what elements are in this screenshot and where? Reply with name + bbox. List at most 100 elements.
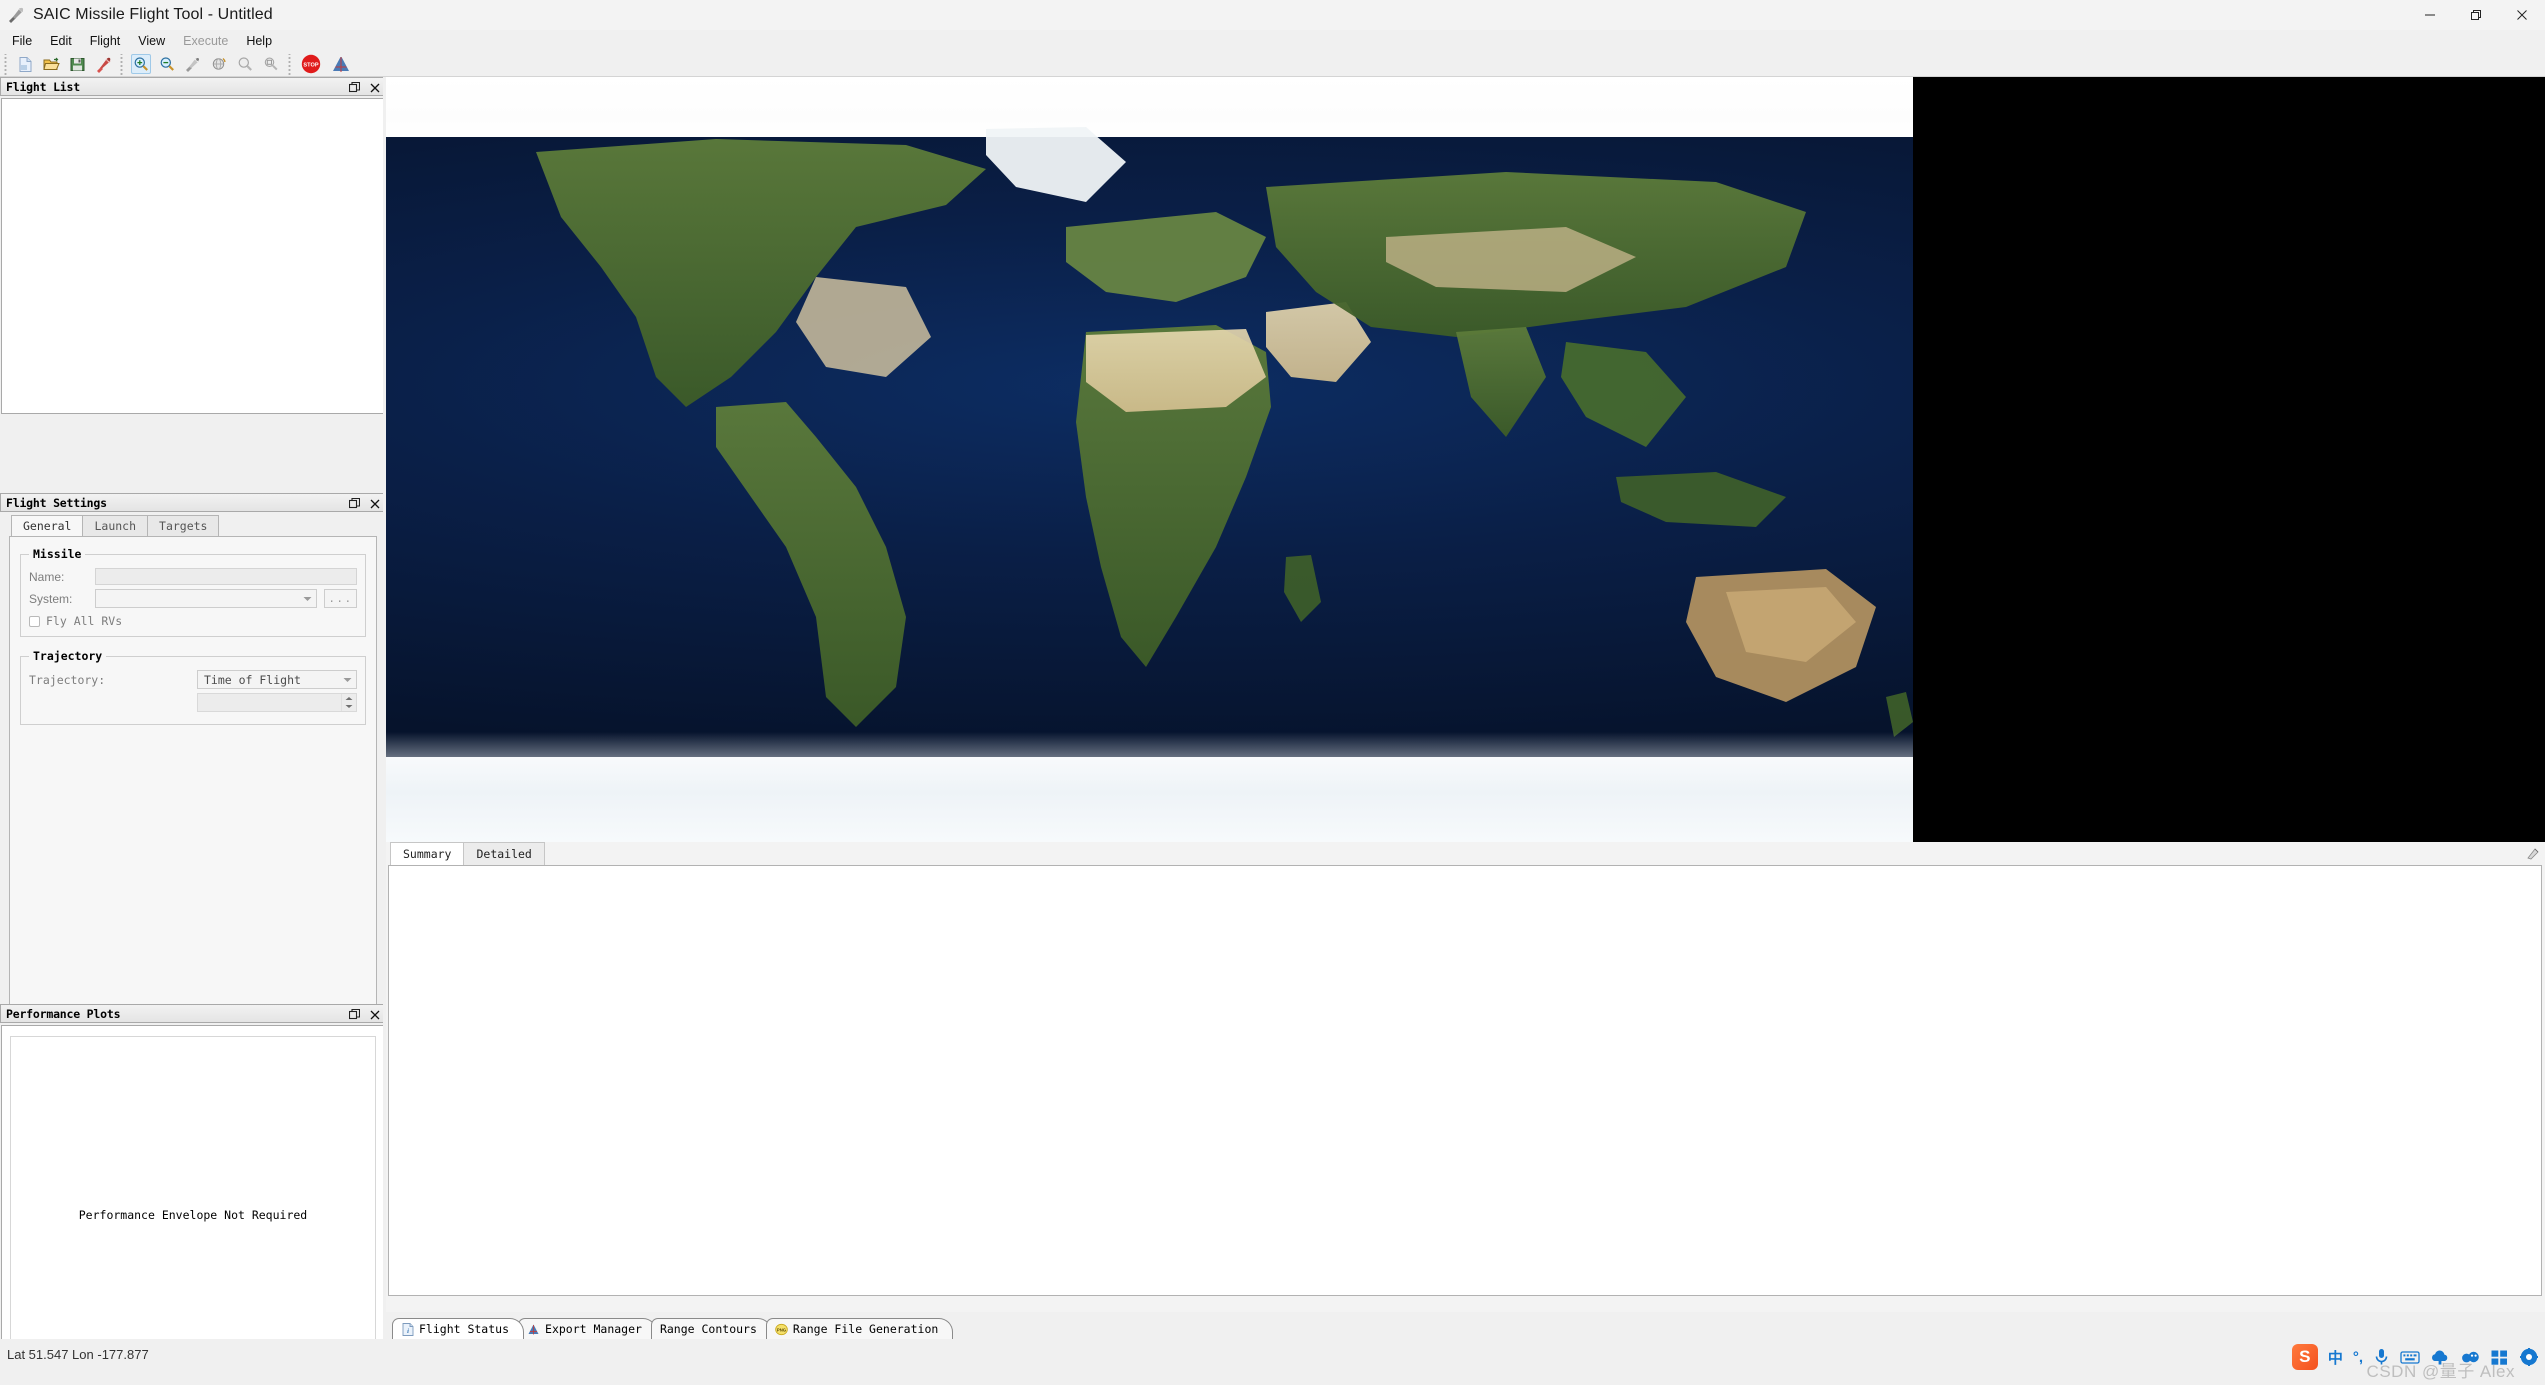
fly-all-rvs-row[interactable]: Fly All RVs <box>29 614 357 628</box>
tab-detailed[interactable]: Detailed <box>463 842 544 865</box>
toolbar-grip[interactable] <box>3 54 10 75</box>
launch-site-icon <box>527 1323 540 1336</box>
bottom-tab-range-file-generation[interactable]: PNG Range File Generation <box>766 1318 953 1339</box>
trajectory-row: Trajectory: Time of Flight <box>29 670 357 689</box>
launch-site-icon[interactable] <box>329 52 353 76</box>
bottom-tabbar: i Flight Status Export Manager Range Con… <box>386 1312 2545 1339</box>
missile-name-input[interactable] <box>95 568 357 585</box>
performance-plots-panel: Performance Plots <box>0 1004 386 1023</box>
ime-punctuation[interactable]: °, <box>2353 1344 2363 1370</box>
left-dock-column: Flight List <box>0 77 386 1385</box>
performance-plots-title: Performance Plots <box>6 1007 120 1021</box>
performance-plots-close-icon[interactable] <box>369 1009 381 1021</box>
flight-list-titlebar: Flight List <box>0 77 386 96</box>
save-disk-icon[interactable] <box>67 54 87 74</box>
ime-chinese-mode[interactable]: 中 <box>2328 1344 2343 1370</box>
ime-toolbox-icon[interactable] <box>2490 1344 2509 1370</box>
trajectory-group: Trajectory Trajectory: Time of Flight <box>20 649 366 725</box>
performance-plots-float-icon[interactable] <box>348 1009 360 1021</box>
menu-execute: Execute <box>174 31 237 51</box>
zoom-fit-icon[interactable] <box>261 54 281 74</box>
performance-plots-body: Performance Envelope Not Required <box>1 1025 385 1385</box>
missile-system-select[interactable] <box>95 589 317 608</box>
ime-settings-icon[interactable] <box>2519 1344 2539 1370</box>
tab-launch[interactable]: Launch <box>82 515 148 536</box>
ime-emoji-icon[interactable] <box>2460 1344 2480 1370</box>
rotate-globe-icon[interactable] <box>209 54 229 74</box>
missile-group-legend: Missile <box>29 547 85 561</box>
fly-all-rvs-checkbox[interactable] <box>29 616 40 627</box>
output-text-area[interactable] <box>388 865 2542 1296</box>
menu-edit[interactable]: Edit <box>41 31 81 51</box>
trajectory-group-legend: Trajectory <box>29 649 106 663</box>
toolbar-group-file <box>0 52 116 77</box>
zoom-in-icon[interactable] <box>131 54 151 74</box>
missile-system-row: System: ... <box>29 589 357 608</box>
flight-list-close-icon[interactable] <box>369 82 381 94</box>
menu-file[interactable]: File <box>3 31 41 51</box>
ime-cloud-icon[interactable] <box>2430 1344 2450 1370</box>
ime-voice-input-icon[interactable] <box>2373 1344 2390 1370</box>
svg-text:PNG: PNG <box>777 1327 787 1332</box>
missile-launch-icon[interactable] <box>93 54 113 74</box>
zoom-out-icon[interactable] <box>157 54 177 74</box>
menu-view[interactable]: View <box>129 31 174 51</box>
bottom-tab-label: Range File Generation <box>793 1322 938 1336</box>
trajectory-select[interactable]: Time of Flight <box>197 670 357 689</box>
tab-summary[interactable]: Summary <box>390 842 464 865</box>
tab-targets[interactable]: Targets <box>147 515 219 536</box>
resize-grip-icon[interactable] <box>2525 845 2542 862</box>
flight-list-float-icon[interactable] <box>348 82 360 94</box>
flight-settings-float-icon[interactable] <box>348 498 360 510</box>
bottom-tab-flight-status[interactable]: i Flight Status <box>392 1318 524 1339</box>
zoom-reset-icon[interactable] <box>235 54 255 74</box>
menu-flight[interactable]: Flight <box>81 31 130 51</box>
earth-render <box>386 77 1913 842</box>
toolbar-group-navigation <box>116 52 284 77</box>
globe-3d-view[interactable] <box>386 77 2545 842</box>
flight-settings-close-icon[interactable] <box>369 498 381 510</box>
menu-help[interactable]: Help <box>237 31 281 51</box>
trajectory-value: Time of Flight <box>204 673 340 687</box>
flight-list-body[interactable] <box>1 98 385 414</box>
minimize-button[interactable] <box>2407 0 2453 30</box>
tab-general[interactable]: General <box>11 515 83 536</box>
flight-settings-title: Flight Settings <box>6 496 107 510</box>
spinner-buttons[interactable] <box>341 694 356 711</box>
trajectory-value-row <box>29 693 357 712</box>
maximize-button[interactable] <box>2453 0 2499 30</box>
toolbar-grip[interactable] <box>119 54 126 75</box>
flight-list-title: Flight List <box>6 80 80 94</box>
stop-icon[interactable]: STOP <box>299 52 323 76</box>
bottom-tab-range-contours[interactable]: Range Contours <box>651 1318 772 1339</box>
bottom-tab-label: Export Manager <box>545 1322 642 1336</box>
pan-missile-icon[interactable] <box>183 54 203 74</box>
performance-empty-message: Performance Envelope Not Required <box>79 1208 307 1222</box>
window-title: SAIC Missile Flight Tool - Untitled <box>33 6 273 24</box>
missile-icon <box>7 6 25 24</box>
window-titlebar: SAIC Missile Flight Tool - Untitled <box>0 0 2545 30</box>
antarctic-ice-cap <box>386 732 1913 842</box>
system-tray: S 中 °, <box>2292 1343 2539 1371</box>
flight-settings-tabstrip: General Launch Targets <box>1 514 385 536</box>
cursor-coordinates: Lat 51.547 Lon -177.877 <box>7 1347 149 1362</box>
flight-settings-body: General Launch Targets Missile Name: Sys… <box>1 514 385 1014</box>
spinner-down-icon[interactable] <box>342 703 356 712</box>
chevron-down-icon <box>300 590 314 607</box>
missile-system-browse-button[interactable]: ... <box>324 589 357 608</box>
close-button[interactable] <box>2499 0 2545 30</box>
output-tabstrip: Summary Detailed <box>386 842 2545 865</box>
toolbar-grip[interactable] <box>287 54 294 75</box>
bottom-tab-export-manager[interactable]: Export Manager <box>518 1318 657 1339</box>
new-file-icon[interactable] <box>15 54 35 74</box>
status-bar: Lat 51.547 Lon -177.877 S 中 °, <box>0 1339 2545 1385</box>
open-folder-icon[interactable] <box>41 54 61 74</box>
ime-keyboard-icon[interactable] <box>2400 1344 2420 1370</box>
performance-envelope-area: Performance Envelope Not Required <box>10 1036 376 1385</box>
main-toolbar: STOP <box>0 52 2545 77</box>
bottom-tab-label: Range Contours <box>660 1322 757 1336</box>
trajectory-spinner[interactable] <box>197 693 357 712</box>
sogou-ime-logo[interactable]: S <box>2292 1344 2318 1370</box>
spinner-up-icon[interactable] <box>342 694 356 703</box>
window-controls <box>2407 0 2545 30</box>
